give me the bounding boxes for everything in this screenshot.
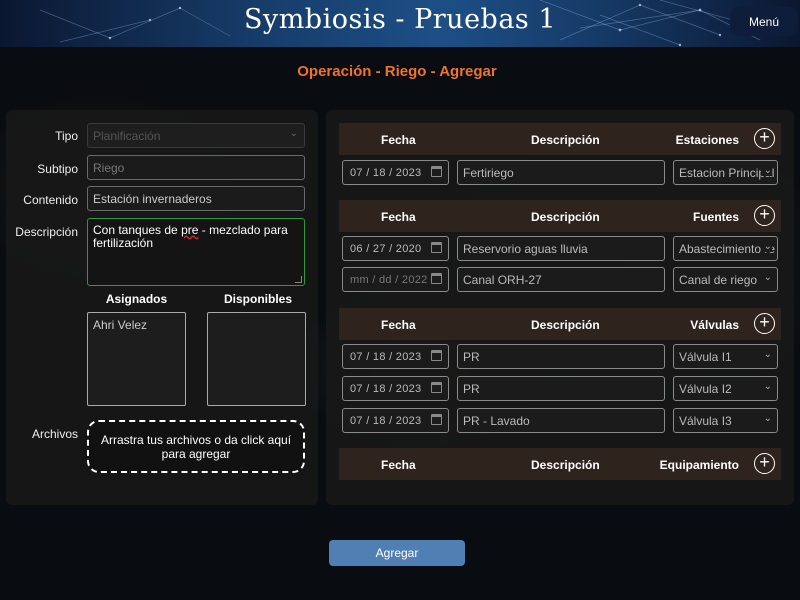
calendar-icon[interactable] xyxy=(431,414,442,425)
fecha-date-input[interactable]: 07 / 18 / 2023 xyxy=(342,344,449,369)
descripcion-input[interactable]: Canal ORH-27 xyxy=(457,267,665,292)
descripcion-column-header: Descripción xyxy=(531,458,600,472)
contenido-input[interactable]: Estación invernaderos xyxy=(87,186,305,211)
calendar-icon[interactable] xyxy=(431,350,442,361)
valvula-row: 07 / 18 / 2023 PR Válvula I1 ⌄ xyxy=(342,344,778,369)
descripcion-input[interactable]: Reservorio aguas lluvia xyxy=(457,236,665,261)
date-value: 07 / 18 / 2023 xyxy=(350,383,422,395)
add-estacion-plus-circle-icon[interactable]: + xyxy=(754,128,775,149)
fuente-select[interactable]: Abastecimiento re ⌄ xyxy=(673,236,778,261)
tipo-label: Tipo xyxy=(55,129,78,143)
descripcion-input[interactable]: PR xyxy=(457,376,665,401)
descripcion-column-header: Descripción xyxy=(531,133,600,147)
fuente-select[interactable]: Canal de riego ⌄ xyxy=(673,267,778,292)
contenido-value: Estación invernaderos xyxy=(93,192,212,206)
date-value: 06 / 27 / 2020 xyxy=(350,243,422,255)
date-value: 07 / 18 / 2023 xyxy=(350,167,422,179)
valvula-select[interactable]: Válvula I3 ⌄ xyxy=(673,408,778,433)
valvula-select[interactable]: Válvula I1 ⌄ xyxy=(673,344,778,369)
fecha-column-header: Fecha xyxy=(381,210,416,224)
descripcion-column-header: Descripción xyxy=(531,210,600,224)
descripcion-input[interactable]: Fertiriego xyxy=(457,160,665,185)
chevron-down-icon: ⌄ xyxy=(760,241,772,252)
chevron-down-icon: ⌄ xyxy=(760,381,772,392)
list-item[interactable]: Ahri Velez xyxy=(93,318,180,332)
add-fuente-plus-circle-icon[interactable]: + xyxy=(754,205,775,226)
calendar-icon[interactable] xyxy=(431,166,442,177)
date-value: mm / dd / 2022 xyxy=(350,274,428,286)
add-valvula-plus-circle-icon[interactable]: + xyxy=(754,313,775,334)
subtipo-label: Subtipo xyxy=(37,162,78,176)
contenido-label: Contenido xyxy=(23,193,78,207)
descripcion-misspelled-word: pre xyxy=(181,223,199,237)
asignados-heading: Asignados xyxy=(105,292,168,306)
fecha-date-input[interactable]: 07 / 18 / 2023 xyxy=(342,376,449,401)
descripcion-column-header: Descripción xyxy=(531,318,600,332)
date-value: 07 / 18 / 2023 xyxy=(350,351,422,363)
equipamiento-column-header: Equipamiento xyxy=(659,458,739,472)
fecha-date-input[interactable]: 07 / 18 / 2023 xyxy=(342,160,449,185)
fecha-date-input[interactable]: 06 / 27 / 2020 xyxy=(342,236,449,261)
fuentes-column-header: Fuentes xyxy=(692,210,739,224)
estacion-row: 07 / 18 / 2023 Fertiriego Estacion Princ… xyxy=(342,160,778,185)
fecha-date-input[interactable]: mm / dd / 2022 xyxy=(342,267,449,292)
date-value: 07 / 18 / 2023 xyxy=(350,415,422,427)
subtipo-input[interactable]: Riego xyxy=(87,155,305,180)
select-value: Válvula I1 xyxy=(679,350,732,364)
calendar-icon[interactable] xyxy=(431,242,442,253)
estaciones-header: Fecha Descripción Estaciones + xyxy=(339,123,781,155)
select-value: Válvula I3 xyxy=(679,414,732,428)
select-value: Canal de riego xyxy=(679,273,758,287)
descripcion-text-start: Con tanques de xyxy=(93,223,182,237)
valvula-select[interactable]: Válvula I2 ⌄ xyxy=(673,376,778,401)
subtipo-placeholder: Riego xyxy=(93,161,125,175)
valvulas-column-header: Válvulas xyxy=(690,318,739,332)
app-header: Symbiosis - Pruebas 1 Menú xyxy=(0,0,800,47)
fecha-date-input[interactable]: 07 / 18 / 2023 xyxy=(342,408,449,433)
add-equipamiento-plus-circle-icon[interactable]: + xyxy=(754,453,775,474)
valvulas-header: Fecha Descripción Válvulas + xyxy=(339,308,781,340)
resize-handle[interactable] xyxy=(295,276,302,283)
fecha-column-header: Fecha xyxy=(381,318,416,332)
descripcion-input[interactable]: PR - Lavado xyxy=(457,408,665,433)
agregar-button[interactable]: Agregar xyxy=(329,540,465,566)
chevron-down-icon: ⌄ xyxy=(289,128,298,139)
estaciones-column-header: Estaciones xyxy=(675,133,739,147)
fecha-column-header: Fecha xyxy=(381,133,416,147)
calendar-icon[interactable] xyxy=(431,382,442,393)
descripcion-input[interactable]: PR xyxy=(457,344,665,369)
fuente-row: mm / dd / 2022 Canal ORH-27 Canal de rie… xyxy=(342,267,778,292)
disponibles-heading: Disponibles xyxy=(223,292,292,306)
archivos-label: Archivos xyxy=(31,427,78,441)
app-title: Symbiosis - Pruebas 1 xyxy=(243,4,557,35)
details-panel: Fecha Descripción Estaciones + 07 / 18 /… xyxy=(326,110,794,505)
select-value: Válvula I2 xyxy=(679,382,732,396)
disponibles-list[interactable] xyxy=(207,312,306,406)
descripcion-label: Descripción xyxy=(15,225,78,239)
tipo-value: Planificación xyxy=(93,129,161,143)
form-panel: Tipo Planificación ⌄ Subtipo Riego Conte… xyxy=(6,110,318,505)
fuente-row: 06 / 27 / 2020 Reservorio aguas lluvia A… xyxy=(342,236,778,261)
valvula-row: 07 / 18 / 2023 PR Válvula I2 ⌄ xyxy=(342,376,778,401)
asignados-list[interactable]: Ahri Velez xyxy=(87,312,186,406)
estacion-select[interactable]: Estacion Principal ⌄ xyxy=(673,160,778,185)
tipo-select: Planificación ⌄ xyxy=(87,123,305,148)
chevron-down-icon: ⌄ xyxy=(760,165,772,176)
descripcion-textarea[interactable]: Con tanques de pre - mezclado para ferti… xyxy=(87,218,305,286)
menu-button[interactable]: Menú xyxy=(730,7,798,36)
chevron-down-icon: ⌄ xyxy=(760,349,772,360)
equipamiento-header: Fecha Descripción Equipamiento + xyxy=(339,448,781,480)
page-heading: Operación - Riego - Agregar xyxy=(297,63,497,80)
valvula-row: 07 / 18 / 2023 PR - Lavado Válvula I3 ⌄ xyxy=(342,408,778,433)
chevron-down-icon: ⌄ xyxy=(760,272,772,283)
file-dropzone[interactable]: Arrastra tus archivos o da click aquí pa… xyxy=(87,420,305,473)
fuentes-header: Fecha Descripción Fuentes + xyxy=(339,200,781,232)
fecha-column-header: Fecha xyxy=(381,458,416,472)
chevron-down-icon: ⌄ xyxy=(760,413,772,424)
calendar-icon[interactable] xyxy=(431,273,442,284)
